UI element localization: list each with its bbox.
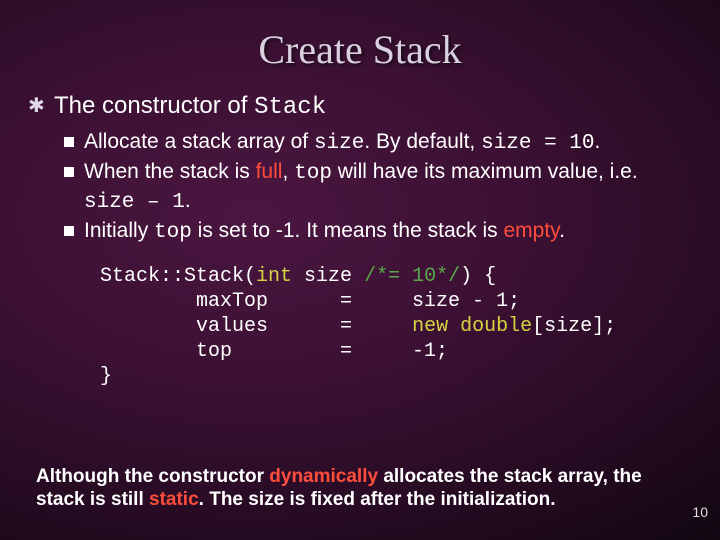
- l1-code: Stack: [254, 94, 326, 121]
- page-number: 10: [692, 504, 708, 520]
- sub-bullets: Allocate a stack array of size. By defau…: [82, 129, 684, 246]
- bullet-level2: Initially top is set to -1. It means the…: [82, 218, 684, 246]
- slide: Create Stack ✱ The constructor of Stack …: [0, 0, 720, 540]
- l1-text: The constructor of: [54, 92, 254, 119]
- slide-title: Create Stack: [0, 0, 720, 91]
- bullet-level2: Allocate a stack array of size. By defau…: [82, 129, 684, 157]
- asterisk-bullet-icon: ✱: [28, 94, 45, 119]
- slide-body: ✱ The constructor of Stack Allocate a st…: [0, 91, 720, 389]
- bullet-level1: ✱ The constructor of Stack: [54, 91, 684, 123]
- footer-note: Although the constructor dynamically all…: [36, 465, 660, 513]
- code-block: Stack::Stack(int size /*= 10*/) { maxTop…: [100, 264, 684, 389]
- bullet-level2: When the stack is full, top will have it…: [82, 159, 684, 216]
